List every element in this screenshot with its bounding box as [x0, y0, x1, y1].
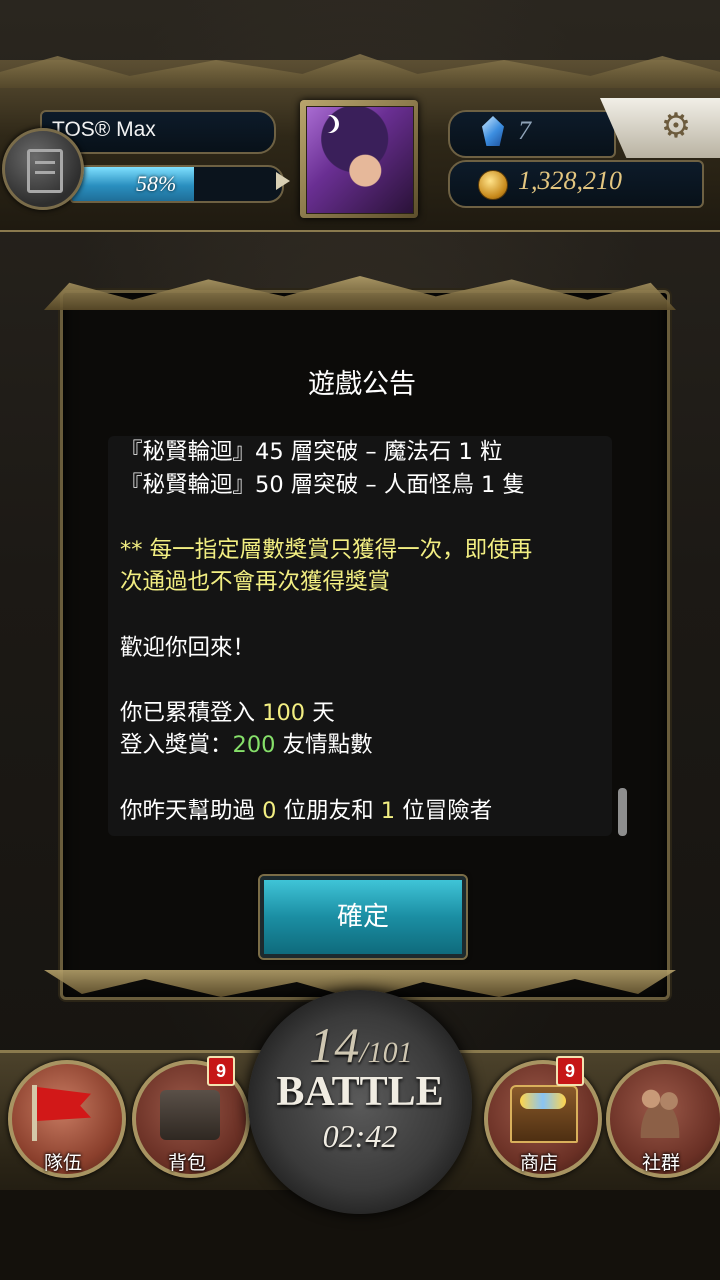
- announcement-segment: 次通過也不會再次獲得獎賞: [120, 569, 391, 596]
- document-icon: [27, 149, 63, 193]
- announcement-line: 登入獎賞：200 友情點數: [120, 729, 606, 762]
- battle-progress: 14/101: [276, 1016, 446, 1074]
- scrollbar[interactable]: [618, 788, 627, 836]
- battle-total: /101: [359, 1036, 413, 1069]
- flag-icon: [32, 1085, 92, 1141]
- battle-current: 14: [309, 1017, 360, 1073]
- nav-shop-label: 商店: [519, 1152, 558, 1174]
- exp-arrow-icon: [276, 172, 290, 190]
- nav-social-label: 社群: [641, 1152, 680, 1174]
- announcement-segment: 100: [262, 699, 306, 726]
- announcement-segment: 0: [262, 797, 277, 824]
- announcement-line: 次通過也不會再次獲得獎賞: [120, 566, 606, 599]
- announcement-segment: 登入獎賞：: [120, 732, 233, 759]
- announcement-segment: 『秘賢輪迴』50 層突破 – 人面怪鳥 1 隻: [120, 471, 525, 498]
- announcement-segment: 你昨天幫助過: [120, 797, 263, 824]
- bag-notification-badge: 9: [207, 1056, 235, 1086]
- announcement-line: 『秘賢輪迴』45 層突破 – 魔法石 1 粒: [120, 436, 606, 469]
- people-icon: [630, 1082, 690, 1138]
- announcement-segment: 友情點數: [275, 732, 373, 759]
- announcement-segment: 位朋友和: [276, 797, 381, 824]
- announcement-segment: 天: [305, 699, 335, 726]
- gear-icon[interactable]: ⚙: [652, 106, 700, 146]
- announcement-line: 『秘賢輪迴』50 層突破 – 人面怪鳥 1 隻: [120, 469, 606, 502]
- dialog-title: 遊戲公告: [308, 369, 416, 400]
- announcement-line: ** 每一指定層數獎賞只獲得一次，即使再: [120, 534, 606, 567]
- announcement-segment: 位冒險者: [395, 797, 493, 824]
- exp-bar: [70, 165, 284, 203]
- announcement-line: 歡迎你回來！: [120, 632, 606, 665]
- treasure-chest-icon: [510, 1085, 578, 1143]
- announcement-segment: 你已累積登入: [120, 699, 263, 726]
- announcement-line: [120, 501, 606, 534]
- announcement-segment: 1: [380, 797, 396, 824]
- announcement-segment: 200: [232, 732, 276, 759]
- bag-icon: [160, 1090, 220, 1140]
- announcement-segment: 歡迎你回來！: [120, 634, 256, 661]
- confirm-button[interactable]: 確定: [258, 874, 468, 960]
- menu-button[interactable]: [2, 128, 84, 210]
- nav-team-label: 隊伍: [43, 1152, 82, 1174]
- announcement-line: 你昨天幫助過 0 位朋友和 1 位冒險者: [120, 795, 606, 828]
- battle-label: BATTLE: [276, 1069, 444, 1115]
- announcement-line: 你已累積登入 100 天: [120, 697, 606, 730]
- announcement-line: [120, 762, 606, 795]
- gem-count: 7: [518, 116, 531, 145]
- gem-counter[interactable]: [448, 110, 616, 158]
- announcement-scroll-area[interactable]: 『秘賢輪迴』45 層突破 – 魔法石 1 粒『秘賢輪迴』50 層突破 – 人面怪…: [108, 436, 612, 836]
- nav-bag-label: 背包: [167, 1152, 206, 1174]
- announcement-segment: ** 每一指定層數獎賞只獲得一次，即使再: [120, 536, 533, 563]
- coin-icon: [478, 170, 508, 200]
- battle-timer: 02:42: [322, 1118, 398, 1154]
- exp-percent: 58%: [136, 171, 177, 196]
- announcement-line: [120, 599, 606, 632]
- shop-notification-badge: 9: [556, 1056, 584, 1086]
- coin-count: 1,328,210: [518, 166, 622, 195]
- leader-portrait[interactable]: [306, 106, 414, 214]
- moon-icon: [317, 115, 335, 133]
- announcement-text: 『秘賢輪迴』45 層突破 – 魔法石 1 粒『秘賢輪迴』50 層突破 – 人面怪…: [120, 436, 606, 827]
- announcement-segment: 『秘賢輪迴』45 層突破 – 魔法石 1 粒: [120, 439, 503, 465]
- announcement-line: [120, 664, 606, 697]
